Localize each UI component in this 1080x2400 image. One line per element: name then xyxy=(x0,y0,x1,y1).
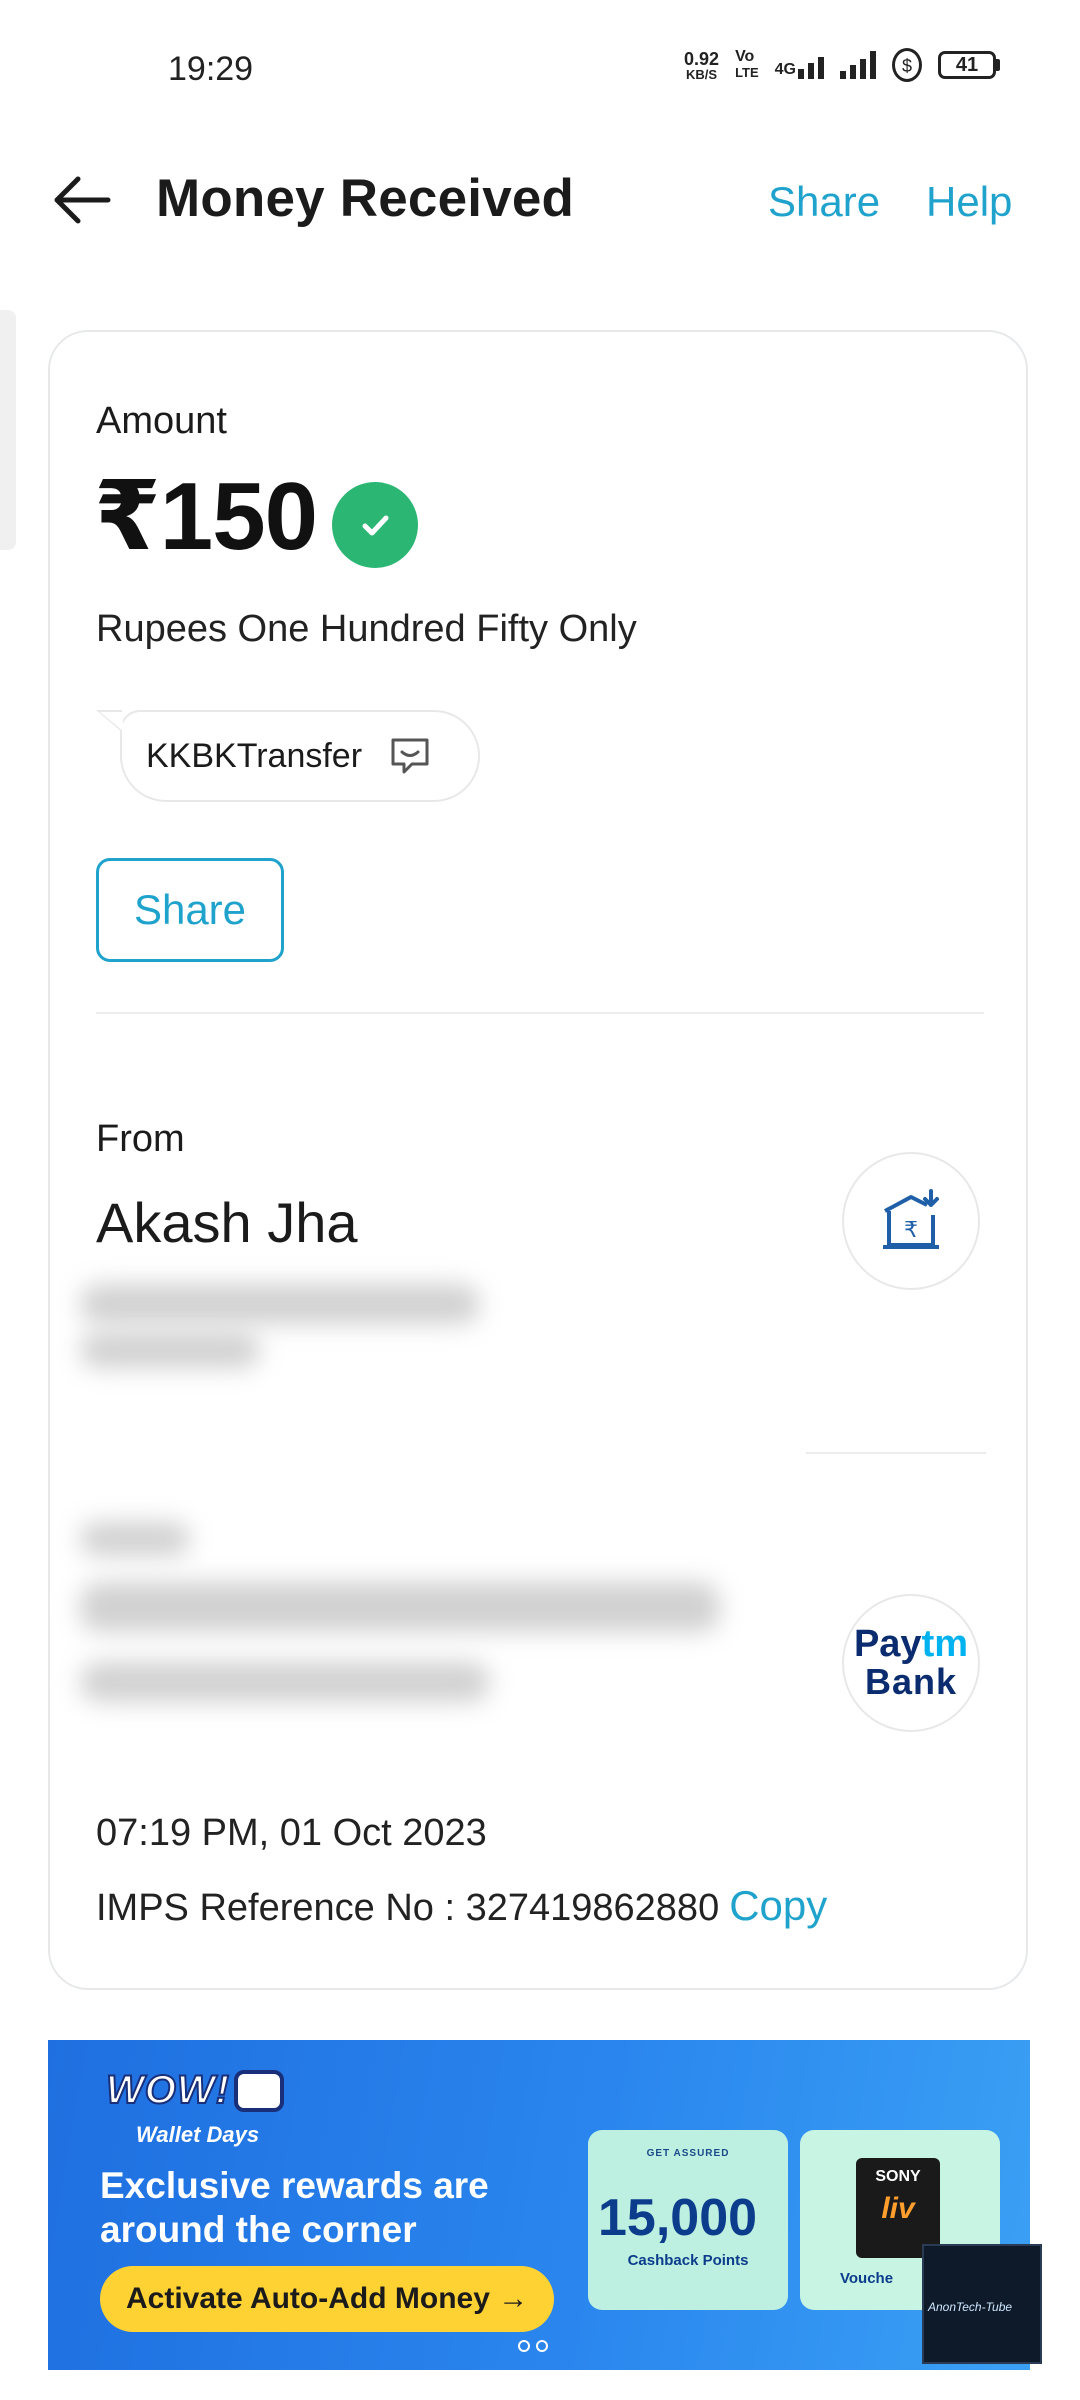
redacted-text xyxy=(80,1332,260,1368)
volte-icon: Vo LTE xyxy=(735,49,759,81)
signal-4g-icon: 4G xyxy=(775,51,824,79)
from-label: From xyxy=(96,1118,185,1160)
sender-name: Akash Jha xyxy=(96,1191,358,1254)
cashback-offer-tile: GET ASSURED 15,000 Cashback Points xyxy=(588,2130,788,2310)
banner-headline: Exclusive rewards are around the corner xyxy=(100,2165,489,2250)
battery-level: 41 xyxy=(938,51,996,79)
wallet-days-label: Wallet Days xyxy=(136,2122,260,2147)
logo-tm: tm xyxy=(921,1623,969,1665)
back-button[interactable] xyxy=(48,170,118,230)
battery-icon: 41 xyxy=(938,51,1000,79)
signal-icon xyxy=(840,51,876,79)
bank-rupee-icon: ₹ xyxy=(842,1152,980,1290)
status-icons: 0.92 KB/S Vo LTE 4G $ 41 xyxy=(684,48,1000,82)
header-share-link[interactable]: Share xyxy=(768,178,880,226)
status-bar: 19:29 0.92 KB/S Vo LTE 4G $ 41 xyxy=(0,0,1080,140)
edge-panel-handle[interactable] xyxy=(0,310,16,550)
offer-points: 15,000 xyxy=(598,2189,758,2247)
chat-bubble-icon xyxy=(391,738,429,774)
transaction-card: Amount ₹150 Rupees One Hundred Fifty Onl… xyxy=(48,330,1028,1990)
sony-brand: SONY xyxy=(875,2168,921,2185)
sony-product: liv xyxy=(881,2192,915,2225)
offer-sub: Cashback Points xyxy=(627,2252,749,2269)
network-type: 4G xyxy=(774,61,796,78)
sony-liv-logo: SONY liv xyxy=(856,2158,940,2258)
divider xyxy=(806,1452,986,1454)
wallet-icon xyxy=(234,2070,284,2112)
logo-bank: Bank xyxy=(864,1661,958,1702)
net-speed: 0.92 KB/S xyxy=(684,50,719,81)
arrow-left-icon xyxy=(54,176,111,224)
app-header: Money Received Share Help xyxy=(0,150,1080,250)
check-circle-icon xyxy=(332,482,418,568)
redacted-text xyxy=(80,1284,480,1324)
reference-number: 327419862880 xyxy=(465,1887,720,1929)
redacted-text xyxy=(80,1522,190,1556)
security-shield-icon: $ xyxy=(892,48,922,82)
logo-pay: Pay xyxy=(853,1623,922,1665)
status-time: 19:29 xyxy=(168,50,254,88)
volte-top: Vo xyxy=(735,48,755,65)
reference-row: IMPS Reference No : 327419862880 Copy xyxy=(96,1882,827,1930)
amount-in-words: Rupees One Hundred Fifty Only xyxy=(96,608,637,650)
svg-text:₹: ₹ xyxy=(904,1218,918,1243)
net-speed-value: 0.92 xyxy=(684,48,720,69)
watermark: AnonTech-Tube xyxy=(922,2244,1042,2364)
carousel-dots xyxy=(518,2340,548,2352)
redacted-text xyxy=(80,1662,490,1702)
share-button[interactable]: Share xyxy=(96,858,284,962)
promo-banner[interactable]: WOW! Wallet Days Exclusive rewards are a… xyxy=(48,2040,1030,2370)
wow-logo: WOW! xyxy=(105,2067,230,2113)
volte-bottom: LTE xyxy=(735,65,759,80)
page-title: Money Received xyxy=(156,169,575,228)
amount-value: ₹150 xyxy=(94,463,318,570)
reference-label: IMPS Reference No : xyxy=(96,1887,466,1929)
note-text: KKBKTransfer xyxy=(146,736,363,775)
paytm-bank-logo: Paytm Bank xyxy=(842,1594,980,1732)
transfer-note: KKBKTransfer xyxy=(96,710,480,802)
copy-button[interactable]: Copy xyxy=(729,1882,827,1929)
net-speed-unit: KB/S xyxy=(686,66,718,82)
transaction-datetime: 07:19 PM, 01 Oct 2023 xyxy=(96,1812,487,1854)
redacted-text xyxy=(80,1582,720,1632)
divider xyxy=(96,1012,984,1014)
header-help-link[interactable]: Help xyxy=(926,178,1012,226)
activate-auto-add-button[interactable]: Activate Auto-Add Money → xyxy=(100,2266,555,2332)
offer-tag: GET ASSURED xyxy=(646,2148,730,2159)
amount-label: Amount xyxy=(96,400,227,442)
voucher-label: Vouche xyxy=(840,2270,894,2287)
watermark-text: AnonTech-Tube xyxy=(928,2300,1013,2314)
